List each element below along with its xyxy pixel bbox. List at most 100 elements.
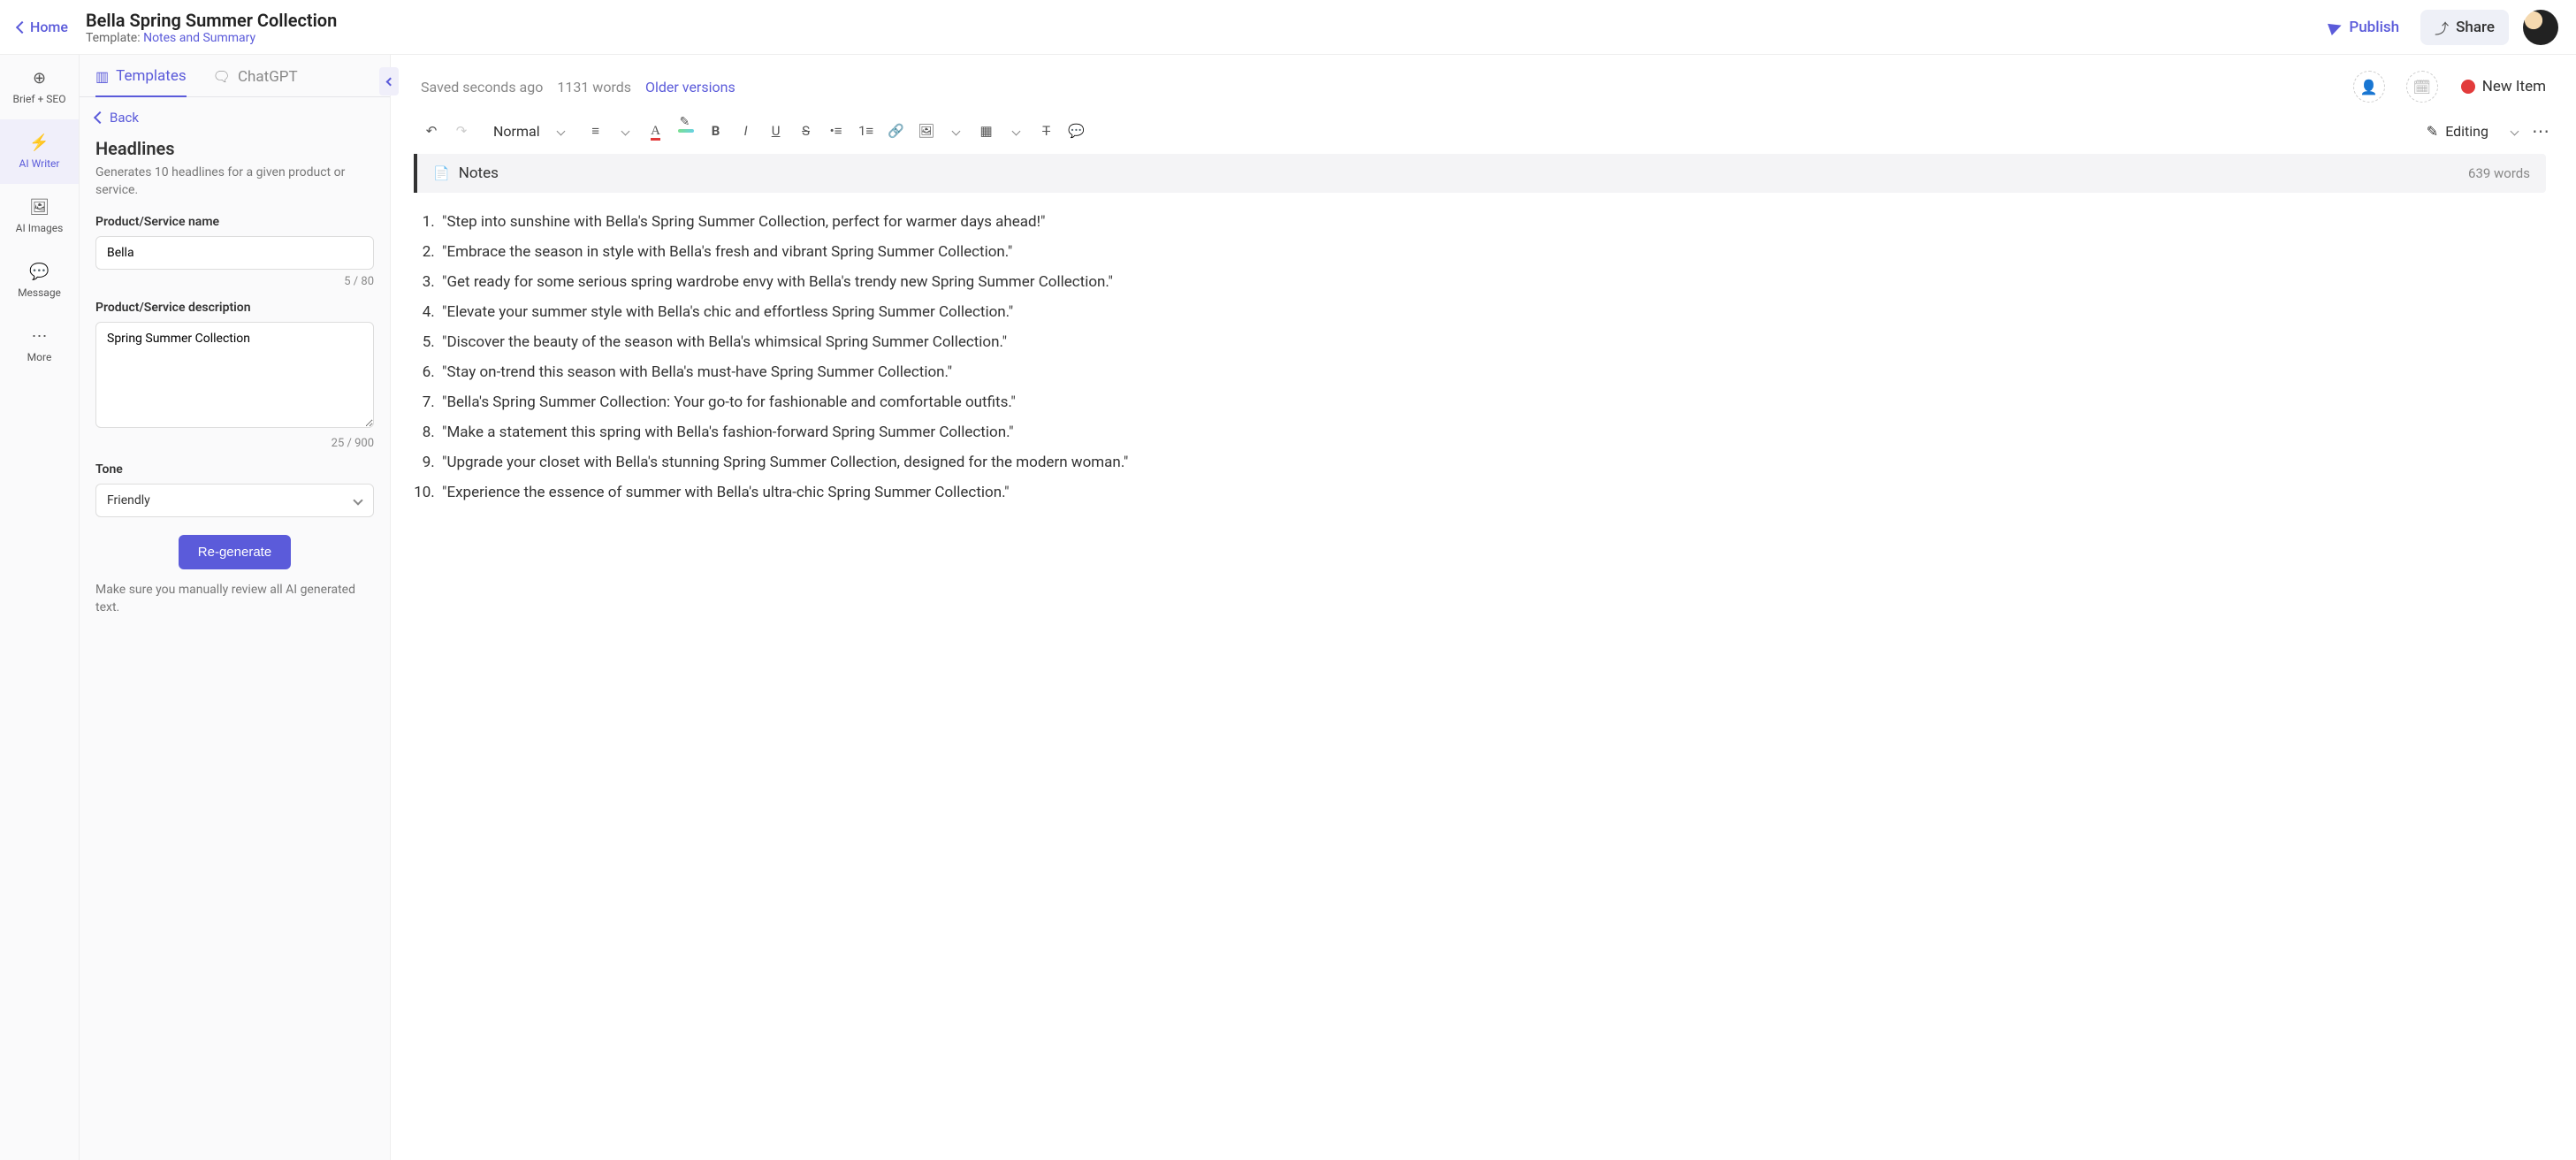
bold-button[interactable]: B: [702, 117, 730, 145]
word-count: 1131 words: [557, 79, 631, 95]
clear-format-button[interactable]: T: [1033, 117, 1061, 145]
product-desc-count: 25 / 900: [95, 437, 374, 450]
document-title[interactable]: Bella Spring Summer Collection: [86, 10, 337, 31]
avatar[interactable]: [2523, 10, 2558, 45]
list-item[interactable]: "Experience the essence of summer with B…: [438, 477, 2546, 508]
new-item-indicator[interactable]: New Item: [2461, 78, 2546, 95]
redo-button[interactable]: ↷: [447, 117, 476, 145]
nav-more[interactable]: ⋯ More: [0, 313, 79, 378]
saved-status: Saved seconds ago: [421, 79, 543, 95]
list-item[interactable]: "Step into sunshine with Bella's Spring …: [438, 207, 2546, 237]
list-item[interactable]: "Get ready for some serious spring wardr…: [438, 267, 2546, 297]
tone-select-wrap: Friendly: [95, 484, 374, 517]
upload-icon: ⤴: [2435, 17, 2449, 38]
underline-button[interactable]: U: [762, 117, 790, 145]
regenerate-note: Make sure you manually review all AI gen…: [95, 582, 374, 616]
notes-block[interactable]: 📄 Notes 639 words: [414, 154, 2546, 193]
home-label: Home: [30, 19, 68, 35]
add-person-button[interactable]: 👤: [2353, 71, 2385, 103]
product-name-input[interactable]: [95, 236, 374, 270]
older-versions-link[interactable]: Older versions: [645, 79, 735, 95]
regenerate-button[interactable]: Re-generate: [179, 535, 291, 569]
toolbar-more-button[interactable]: ⋯: [2532, 120, 2549, 141]
sidebar-collapse-button[interactable]: [379, 67, 399, 95]
nav-label: More: [27, 351, 52, 363]
calendar-icon: 🗓: [2413, 79, 2431, 95]
paragraph-style-label: Normal: [493, 123, 540, 140]
chevron-left-icon: [94, 111, 106, 124]
italic-button[interactable]: I: [732, 117, 760, 145]
bullet-list-button[interactable]: •≡: [822, 117, 850, 145]
publish-button[interactable]: Publish: [2317, 11, 2412, 43]
tab-label: ChatGPT: [238, 68, 298, 86]
target-icon: ⊕: [33, 69, 46, 88]
publish-label: Publish: [2349, 19, 2399, 36]
nav-brief-seo[interactable]: ⊕ Brief + SEO: [0, 55, 79, 119]
tone-select[interactable]: Friendly: [95, 484, 374, 517]
chevron-left-icon: [386, 77, 395, 86]
topbar: Home Bella Spring Summer Collection Temp…: [0, 0, 2576, 55]
list-item[interactable]: "Elevate your summer style with Bella's …: [438, 297, 2546, 327]
chevron-down-icon: [952, 126, 961, 135]
product-name-count: 5 / 80: [95, 275, 374, 288]
template-link[interactable]: Notes and Summary: [143, 31, 255, 45]
nav-label: Brief + SEO: [13, 93, 66, 105]
chevron-down-icon: [1012, 126, 1021, 135]
paragraph-style-select[interactable]: Normal: [484, 119, 573, 143]
list-item[interactable]: "Discover the beauty of the season with …: [438, 327, 2546, 357]
text-color-a-icon: A: [651, 124, 660, 139]
bolt-icon: ⚡: [29, 134, 49, 152]
table-dropdown[interactable]: [1002, 117, 1031, 145]
pencil-icon: ✎: [2427, 123, 2438, 140]
list-item[interactable]: "Stay on-trend this season with Bella's …: [438, 357, 2546, 387]
text-color-button[interactable]: A: [642, 117, 670, 145]
template-line: Template: Notes and Summary: [86, 31, 337, 45]
sidebar-description: Generates 10 headlines for a given produ…: [95, 164, 374, 199]
more-icon: ⋯: [32, 327, 48, 346]
image-button[interactable]: 🖼: [912, 117, 941, 145]
editing-mode-select[interactable]: ✎ Editing: [2427, 123, 2518, 140]
strike-button[interactable]: S: [792, 117, 820, 145]
file-icon: 📄: [433, 165, 450, 181]
list-item[interactable]: "Bella's Spring Summer Collection: Your …: [438, 387, 2546, 417]
list-item[interactable]: "Embrace the season in style with Bella'…: [438, 237, 2546, 267]
share-label: Share: [2456, 19, 2495, 36]
calendar-button[interactable]: 🗓: [2406, 71, 2438, 103]
product-desc-label: Product/Service description: [95, 301, 374, 315]
back-button[interactable]: Back: [95, 110, 374, 126]
leftnav: ⊕ Brief + SEO ⚡ AI Writer 🖼 AI Images 💬 …: [0, 55, 80, 1160]
image-dropdown[interactable]: [942, 117, 971, 145]
editing-label: Editing: [2445, 123, 2488, 140]
share-button[interactable]: ⤴ Share: [2420, 10, 2509, 45]
nav-label: AI Writer: [19, 157, 60, 170]
templates-icon: ▥: [95, 68, 109, 85]
back-label: Back: [110, 110, 139, 126]
image-icon: 🖼: [29, 198, 50, 217]
highlight-button[interactable]: [672, 117, 700, 145]
editor-content[interactable]: 📄 Notes 639 words "Step into sunshine wi…: [391, 154, 2576, 1160]
new-item-label: New Item: [2482, 78, 2546, 95]
align-dropdown[interactable]: [612, 117, 640, 145]
status-dot-icon: [2461, 80, 2475, 94]
numbered-list-button[interactable]: 1≡: [852, 117, 880, 145]
table-button[interactable]: ▦: [972, 117, 1001, 145]
list-item[interactable]: "Make a statement this spring with Bella…: [438, 417, 2546, 447]
highlight-icon: [678, 129, 694, 133]
align-button[interactable]: ≡: [582, 117, 610, 145]
headline-list[interactable]: "Step into sunshine with Bella's Spring …: [414, 207, 2546, 508]
tab-templates[interactable]: ▥ Templates: [95, 67, 187, 97]
nav-ai-images[interactable]: 🖼 AI Images: [0, 184, 79, 248]
list-item[interactable]: "Upgrade your closet with Bella's stunni…: [438, 447, 2546, 477]
undo-button[interactable]: ↶: [417, 117, 446, 145]
nav-label: AI Images: [16, 222, 64, 234]
nav-message[interactable]: 💬 Message: [0, 248, 79, 313]
tab-chatgpt[interactable]: 🗨 ChatGPT: [213, 67, 298, 96]
nav-ai-writer[interactable]: ⚡ AI Writer: [0, 119, 79, 184]
comment-button[interactable]: 💬: [1063, 117, 1091, 145]
link-button[interactable]: 🔗: [882, 117, 911, 145]
product-desc-textarea[interactable]: [95, 322, 374, 428]
home-link[interactable]: Home: [18, 19, 68, 35]
sidebar-tabs: ▥ Templates 🗨 ChatGPT: [80, 55, 390, 97]
sidebar-body: Back Headlines Generates 10 headlines fo…: [80, 97, 390, 1160]
message-icon: 💬: [29, 263, 49, 281]
